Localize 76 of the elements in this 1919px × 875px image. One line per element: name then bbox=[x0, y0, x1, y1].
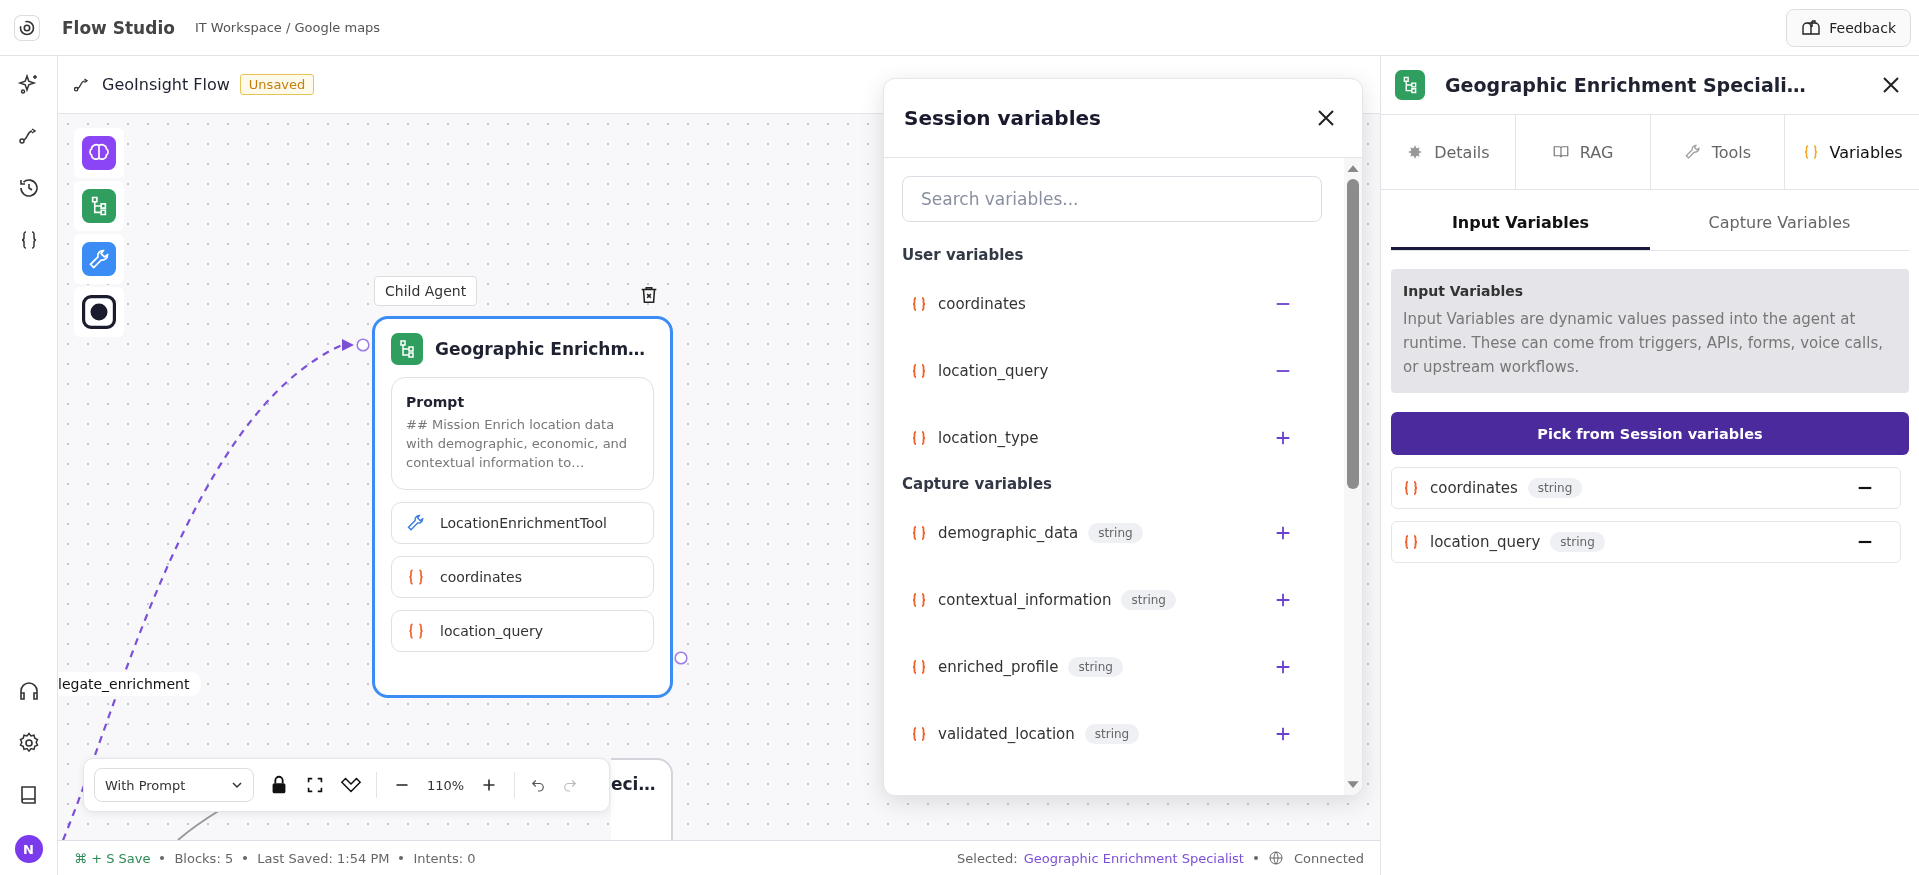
braces-icon bbox=[910, 361, 928, 380]
hierarchy-icon bbox=[391, 333, 423, 365]
type-tag: string bbox=[1550, 532, 1605, 552]
node-item[interactable]: coordinates bbox=[391, 555, 654, 598]
blocks-count: Blocks: 5 bbox=[174, 850, 234, 866]
variable-name: location_type bbox=[938, 428, 1039, 447]
node-item[interactable]: location_query bbox=[391, 609, 654, 652]
wrench-icon[interactable] bbox=[82, 242, 116, 276]
section-title: User variables bbox=[902, 246, 1025, 264]
flow-name: GeoInsight Flow bbox=[102, 75, 230, 94]
intents-count: Intents: 0 bbox=[413, 850, 476, 866]
braces-icon bbox=[910, 428, 928, 447]
edge-label: legate_enrichment bbox=[58, 672, 202, 696]
node-title: Geographic Enrichm… bbox=[435, 339, 646, 359]
wrench-icon bbox=[406, 512, 426, 533]
type-tag: string bbox=[1527, 478, 1583, 498]
variable-name: location_query bbox=[1430, 533, 1541, 551]
variable-name: validated_location bbox=[938, 724, 1075, 743]
selected-node-link[interactable]: Geographic Enrichment Specialist bbox=[1023, 850, 1244, 866]
agent-node[interactable]: eci… bbox=[611, 758, 673, 840]
panel-title: Session variables bbox=[904, 106, 1101, 130]
braces-icon bbox=[1402, 479, 1420, 497]
braces-icon bbox=[1402, 533, 1420, 551]
prompt-title: Prompt bbox=[406, 394, 466, 410]
hierarchy-icon[interactable] bbox=[82, 189, 116, 223]
user-avatar[interactable]: N bbox=[14, 835, 43, 863]
variable-name: contextual_information bbox=[938, 590, 1112, 609]
scroll-down-icon[interactable] bbox=[1346, 780, 1360, 789]
panel-title: Geographic Enrichment Speciali… bbox=[1445, 74, 1806, 96]
variable-name: coordinates bbox=[938, 294, 1026, 313]
input-handle[interactable] bbox=[356, 338, 370, 352]
type-tag: string bbox=[1088, 522, 1143, 543]
braces-icon bbox=[910, 294, 928, 313]
prompt-text: ## Mission Enrich location data with demographic, economic, and contextual information to… bbox=[406, 416, 629, 472]
braces-icon bbox=[910, 523, 928, 542]
info-text: Input Variables are dynamic values passed into the agent at runtime. These can come from triggers, APIs, forms, voice calls, or upstream workflows. bbox=[1403, 309, 1884, 378]
type-tag: string bbox=[1084, 723, 1140, 744]
node-item[interactable]: LocationEnrichmentTool bbox=[391, 501, 654, 544]
node-title: eci… bbox=[611, 774, 656, 794]
status-badge: Unsaved bbox=[239, 74, 315, 95]
scroll-up-icon[interactable] bbox=[1346, 164, 1360, 173]
last-saved: Last Saved: 1:54 PM bbox=[257, 850, 390, 866]
braces-icon bbox=[910, 657, 928, 676]
zoom-level: 110% bbox=[427, 777, 465, 793]
variable-name: enriched_profile bbox=[938, 657, 1059, 676]
section-title: Capture variables bbox=[902, 475, 1054, 493]
connection-status: Connected bbox=[1294, 850, 1364, 866]
output-handle[interactable] bbox=[674, 651, 688, 665]
scrollbar[interactable] bbox=[1344, 158, 1362, 795]
search-field[interactable]: Search variables... bbox=[902, 176, 1322, 222]
selected-label: Selected: bbox=[957, 850, 1018, 866]
breadcrumb: IT Workspace / Google maps bbox=[194, 20, 381, 35]
type-tag: string bbox=[1068, 656, 1123, 677]
braces-icon bbox=[910, 590, 928, 609]
wrench-icon bbox=[1683, 143, 1702, 161]
variable-name: location_query bbox=[938, 361, 1049, 380]
variable-name: demographic_data bbox=[938, 523, 1079, 542]
save-shortcut[interactable]: ⌘ + S Save bbox=[74, 850, 151, 866]
braces-icon bbox=[910, 724, 928, 743]
agent-node[interactable]: Geographic Enrichm… Prompt ## Mission Enrich location data with demographic, economic, and contextual information to… LocationEnrichmentTool coordinates location_query bbox=[372, 316, 673, 698]
info-title: Input Variables bbox=[1403, 283, 1525, 299]
app-title: Flow Studio bbox=[62, 17, 175, 38]
prompt-card[interactable]: Prompt ## Mission Enrich location data with demographic, economic, and contextual information to… bbox=[391, 377, 654, 490]
type-tag: string bbox=[1121, 589, 1176, 610]
stop-icon[interactable] bbox=[82, 295, 116, 329]
variable-name: coordinates bbox=[1430, 479, 1518, 497]
hierarchy-icon bbox=[1395, 70, 1425, 100]
pick-variables-button[interactable]: Pick from Session variables bbox=[1391, 412, 1909, 455]
globe-icon bbox=[1268, 850, 1284, 866]
chevron-down-icon bbox=[231, 779, 243, 791]
mode-dropdown[interactable]: With Prompt bbox=[94, 768, 254, 802]
feedback-button[interactable]: Feedback bbox=[1786, 8, 1911, 47]
mailbox-icon bbox=[1801, 19, 1822, 36]
node-tag: Child Agent bbox=[374, 276, 478, 306]
logo-icon[interactable] bbox=[14, 14, 40, 41]
brain-icon[interactable] bbox=[82, 136, 116, 170]
